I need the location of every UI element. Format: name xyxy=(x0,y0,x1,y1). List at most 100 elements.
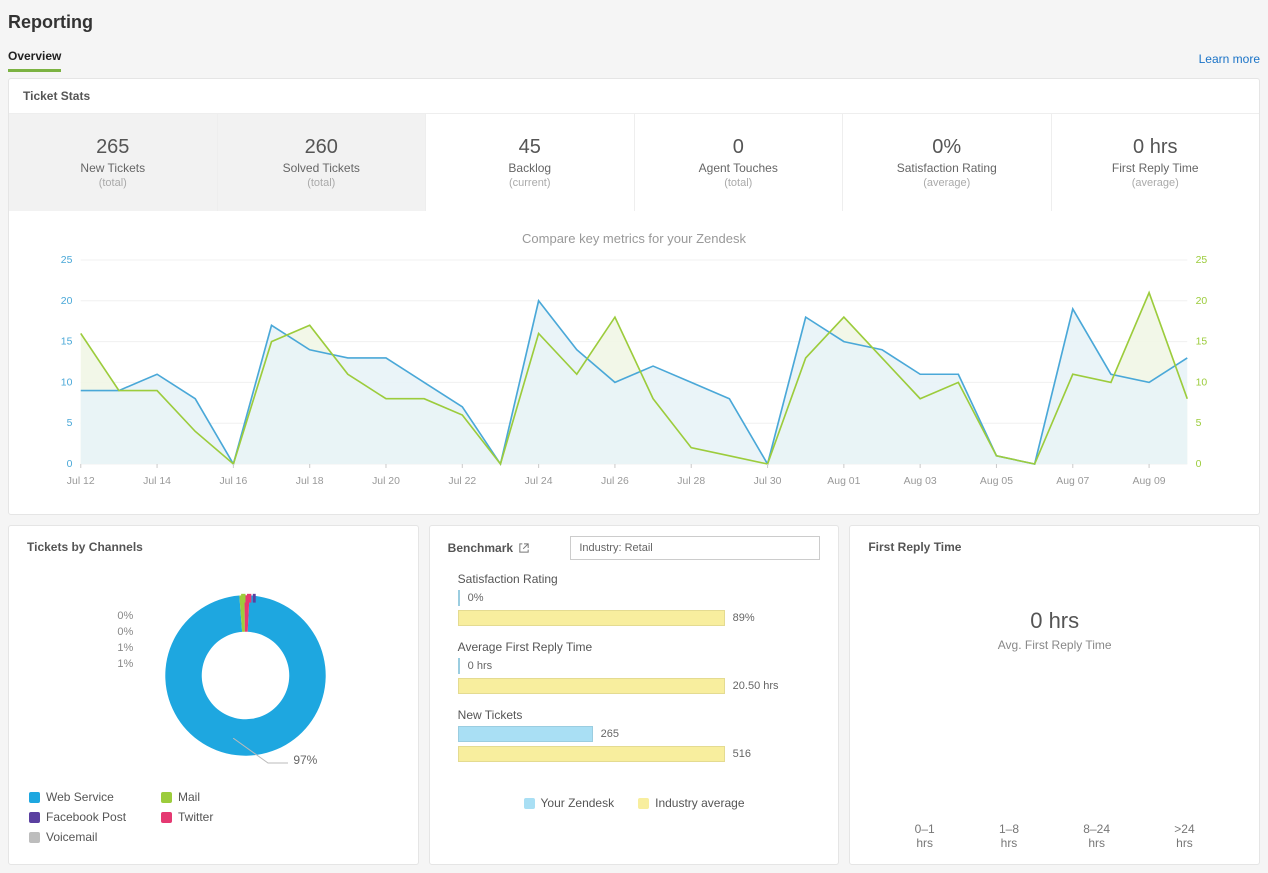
svg-text:Jul 18: Jul 18 xyxy=(296,476,324,487)
channels-legend: Web ServiceMailFacebook PostTwitterVoice… xyxy=(9,778,418,860)
svg-text:25: 25 xyxy=(61,255,73,266)
benchmark-metric-name: New Tickets xyxy=(458,708,811,722)
benchmark-legend-your: Your Zendesk xyxy=(541,796,615,810)
benchmark-industry-value: 89% xyxy=(733,612,755,624)
svg-text:Jul 26: Jul 26 xyxy=(601,476,629,487)
svg-text:20: 20 xyxy=(1196,296,1208,307)
svg-text:5: 5 xyxy=(1196,418,1202,429)
first-reply-time-card: First Reply Time 0 hrs Avg. First Reply … xyxy=(849,525,1260,865)
benchmark-title: Benchmark xyxy=(448,541,529,555)
benchmark-your-bar xyxy=(458,590,460,606)
stat-sublabel: (average) xyxy=(1058,177,1254,189)
stat-agent-touches[interactable]: 0 Agent Touches (total) xyxy=(635,114,844,211)
stat-new-tickets[interactable]: 265 New Tickets (total) xyxy=(9,114,218,211)
stat-value: 265 xyxy=(15,136,211,159)
stat-sublabel: (current) xyxy=(432,177,628,189)
stat-sublabel: (total) xyxy=(224,177,420,189)
stat-value: 45 xyxy=(432,136,628,159)
channels-title: Tickets by Channels xyxy=(9,526,418,568)
stat-first-reply-time[interactable]: 0 hrs First Reply Time (average) xyxy=(1052,114,1260,211)
benchmark-industry-bar xyxy=(458,610,725,626)
learn-more-link[interactable]: Learn more xyxy=(1199,52,1260,66)
frt-bucket: 8–24hrs xyxy=(1083,822,1110,850)
svg-text:15: 15 xyxy=(1196,337,1208,348)
stat-label: Agent Touches xyxy=(641,161,837,175)
benchmark-your-value: 0 hrs xyxy=(468,660,492,672)
svg-text:Jul 22: Jul 22 xyxy=(448,476,476,487)
svg-text:Jul 24: Jul 24 xyxy=(525,476,553,487)
donut-small-percent: 1% xyxy=(73,656,133,672)
stat-satisfaction-rating[interactable]: 0% Satisfaction Rating (average) xyxy=(843,114,1052,211)
stat-label: Solved Tickets xyxy=(224,161,420,175)
page-title: Reporting xyxy=(8,12,1260,33)
compare-line-chart: 00551010151520202525Jul 12Jul 14Jul 16Ju… xyxy=(9,254,1259,514)
svg-text:5: 5 xyxy=(67,418,73,429)
channels-donut-chart: 0%0%1%1% 97% xyxy=(73,578,353,768)
donut-small-percent: 0% xyxy=(73,608,133,624)
stat-value: 0 hrs xyxy=(1058,136,1254,159)
benchmark-industry-bar xyxy=(458,678,725,694)
svg-text:0: 0 xyxy=(67,459,73,470)
svg-text:15: 15 xyxy=(61,337,73,348)
svg-text:10: 10 xyxy=(1196,378,1208,389)
svg-text:Aug 01: Aug 01 xyxy=(827,476,860,487)
svg-text:Jul 28: Jul 28 xyxy=(677,476,705,487)
tab-bar: Overview Learn more xyxy=(8,43,1260,72)
donut-main-percent: 97% xyxy=(293,753,317,767)
svg-text:Aug 03: Aug 03 xyxy=(904,476,937,487)
benchmark-your-bar xyxy=(458,726,593,742)
donut-leader-line xyxy=(233,738,293,768)
benchmark-metric: Satisfaction Rating 0% 89% xyxy=(458,572,811,626)
benchmark-your-value: 0% xyxy=(468,592,484,604)
ticket-stats-title: Ticket Stats xyxy=(9,79,1259,114)
frt-bucket: 1–8hrs xyxy=(999,822,1019,850)
tab-overview[interactable]: Overview xyxy=(8,43,61,72)
benchmark-industry-value: 20.50 hrs xyxy=(733,680,779,692)
compare-chart-title: Compare key metrics for your Zendesk xyxy=(9,211,1259,254)
svg-text:Aug 07: Aug 07 xyxy=(1056,476,1089,487)
svg-text:0: 0 xyxy=(1196,459,1202,470)
benchmark-industry-bar xyxy=(458,746,725,762)
stat-sublabel: (total) xyxy=(641,177,837,189)
svg-text:25: 25 xyxy=(1196,255,1208,266)
donut-small-percent: 0% xyxy=(73,624,133,640)
stat-label: First Reply Time xyxy=(1058,161,1254,175)
benchmark-industry-select[interactable] xyxy=(570,536,820,560)
frt-value: 0 hrs xyxy=(860,608,1249,634)
frt-buckets: 0–1hrs 1–8hrs 8–24hrs >24hrs xyxy=(850,822,1259,850)
legend-item: Facebook Post xyxy=(29,810,139,824)
stat-value: 0 xyxy=(641,136,837,159)
benchmark-your-bar xyxy=(458,658,460,674)
stat-value: 260 xyxy=(224,136,420,159)
stats-row: 265 New Tickets (total)260 Solved Ticket… xyxy=(9,114,1259,211)
svg-text:Aug 05: Aug 05 xyxy=(980,476,1013,487)
stat-sublabel: (average) xyxy=(849,177,1045,189)
stat-label: Backlog xyxy=(432,161,628,175)
stat-value: 0% xyxy=(849,136,1045,159)
svg-text:10: 10 xyxy=(61,378,73,389)
benchmark-legend-industry: Industry average xyxy=(655,796,744,810)
channels-card: Tickets by Channels 0%0%1%1% 97% Web Ser… xyxy=(8,525,419,865)
legend-item: Mail xyxy=(161,790,271,804)
benchmark-legend: Your Zendesk Industry average xyxy=(430,796,839,810)
benchmark-metric: New Tickets 265 516 xyxy=(458,708,811,762)
svg-text:Jul 30: Jul 30 xyxy=(754,476,782,487)
benchmark-card: Benchmark Satisfaction Rating 0% 89% Ave… xyxy=(429,525,840,865)
svg-text:Jul 16: Jul 16 xyxy=(219,476,247,487)
svg-text:Jul 12: Jul 12 xyxy=(67,476,95,487)
ticket-stats-panel: Ticket Stats 265 New Tickets (total)260 … xyxy=(8,78,1260,515)
stat-backlog[interactable]: 45 Backlog (current) xyxy=(426,114,635,211)
svg-text:20: 20 xyxy=(61,296,73,307)
frt-subtitle: Avg. First Reply Time xyxy=(860,638,1249,652)
frt-bucket: >24hrs xyxy=(1174,822,1194,850)
benchmark-metric: Average First Reply Time 0 hrs 20.50 hrs xyxy=(458,640,811,694)
stat-sublabel: (total) xyxy=(15,177,211,189)
frt-title: First Reply Time xyxy=(850,526,1259,568)
legend-item: Twitter xyxy=(161,810,271,824)
legend-item: Voicemail xyxy=(29,830,139,844)
benchmark-metric-name: Satisfaction Rating xyxy=(458,572,811,586)
svg-text:Jul 20: Jul 20 xyxy=(372,476,400,487)
frt-bucket: 0–1hrs xyxy=(915,822,935,850)
benchmark-metric-name: Average First Reply Time xyxy=(458,640,811,654)
stat-solved-tickets[interactable]: 260 Solved Tickets (total) xyxy=(218,114,427,211)
